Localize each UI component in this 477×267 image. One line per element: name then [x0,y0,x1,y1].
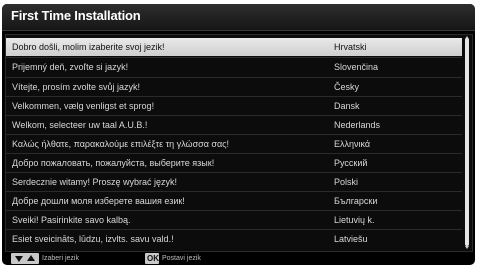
set-language-hint: Postavi jezik [162,255,201,262]
language-name: Nederlands [334,120,381,130]
language-name: Hrvatski [334,42,367,52]
welcome-message: Sveiki! Pasirinkite savo kalbą. [12,215,131,225]
welcome-message: Добро пожаловать, пожалуйста, выберите я… [12,158,215,168]
scroll-down-icon[interactable] [465,246,469,249]
language-row-polski[interactable]: Serdecznie witamy! Proszę wybrać język! … [6,173,462,191]
scrollbar-thumb[interactable] [465,38,469,246]
select-language-hint: Izaberi jezik [42,255,79,262]
language-name: Polski [334,177,359,187]
language-name: Slovenčina [334,62,379,72]
language-row-hrvatski[interactable]: Dobro došli, molim izaberite svoj jezik!… [6,38,462,56]
language-row-cesky[interactable]: Vítejte, prosím zvolte svůj jazyk! Česky [6,78,462,96]
language-row-slovencina[interactable]: Prijemný deň, zvoľte si jazyk! Slovenčin… [6,58,462,76]
language-name: Česky [334,82,360,92]
language-name: Български [334,196,378,206]
language-name: Latviešu [334,234,368,244]
language-name: Lietuvių k. [334,215,375,225]
language-name: Русский [334,158,368,168]
welcome-message: Vítejte, prosím zvolte svůj jazyk! [12,82,141,92]
title-bar: First Time Installation [2,4,475,31]
language-row-russkiy[interactable]: Добро пожаловать, пожалуйста, выберите я… [6,154,462,172]
language-row-lietuviu[interactable]: Sveiki! Pasirinkite savo kalbą. Lietuvių… [6,211,462,229]
welcome-message: Dobro došli, molim izaberite svoj jezik! [12,42,165,52]
navigation-keys [11,253,39,264]
welcome-message: Prijemný deň, zvoľte si jazyk! [12,62,129,72]
language-row-latviesu[interactable]: Esiet sveicināts, lūdzu, izvlts. savu va… [6,230,462,248]
welcome-message: Καλώς ήλθατε, παρακαλούμε επιλέξτε τη γλ… [12,139,229,149]
footer-hints: Izaberi jezik OK Postavi jezik [2,253,475,265]
language-row-dansk[interactable]: Velkommen, vælg venligst et sprog! Dansk [6,97,462,115]
language-row-ellinika[interactable]: Καλώς ήλθατε, παρακαλούμε επιλέξτε τη γλ… [6,135,462,153]
tv-screen: First Time Installation Dobro došli, mol… [2,4,475,265]
arrow-up-key-icon [27,255,35,261]
ok-key-label: OK [147,254,159,263]
language-row-nederlands[interactable]: Welkom, selecteer uw taal A.U.B.! Nederl… [6,116,462,134]
language-row-balgarski[interactable]: Добре дошли моля изберете вашия език! Бъ… [6,192,462,210]
welcome-message: Welkom, selecteer uw taal A.U.B.! [12,120,148,130]
welcome-message: Esiet sveicināts, lūdzu, izvlts. savu va… [12,234,174,244]
ok-key-icon: OK [145,253,159,264]
welcome-message: Velkommen, vælg venligst et sprog! [12,101,155,111]
arrow-down-key-icon [15,256,23,262]
page-title: First Time Installation [11,8,141,23]
welcome-message: Serdecznie witamy! Proszę wybrać język! [12,177,178,187]
scrollbar[interactable] [465,38,469,246]
language-name: Ελληνικά [334,139,371,149]
language-name: Dansk [334,101,360,111]
welcome-message: Добре дошли моля изберете вашия език! [12,196,185,206]
language-list[interactable]: Dobro došli, molim izaberite svoj jezik!… [5,34,473,252]
